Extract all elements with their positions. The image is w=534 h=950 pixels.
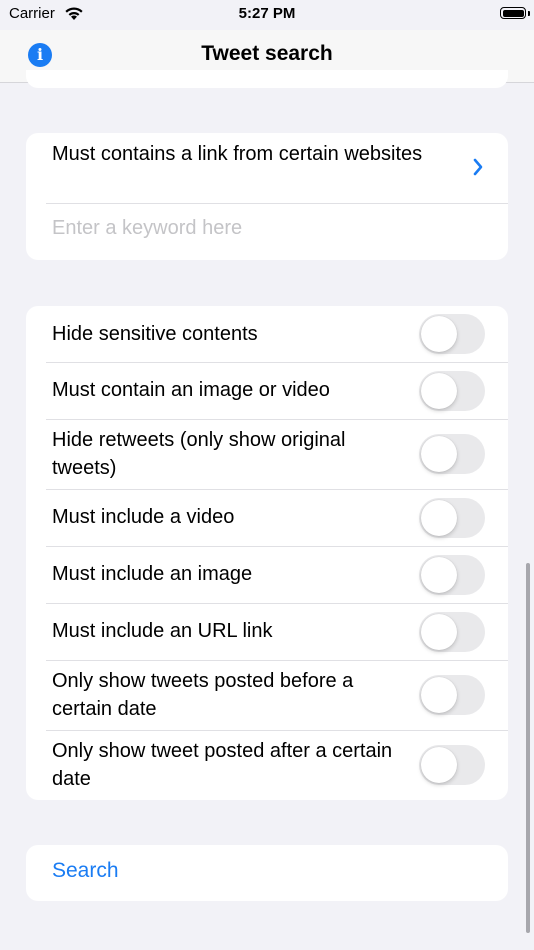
filter-row: Hide retweets (only show original tweets… — [26, 419, 508, 489]
filter-label: Must contain an image or video — [52, 379, 330, 401]
filter-label: Must include an URL link — [52, 620, 273, 642]
filter-label: Must include a video — [52, 506, 235, 528]
previous-section-bottom — [26, 70, 508, 88]
search-card: Search — [26, 845, 508, 901]
toggle-knob — [421, 436, 457, 472]
scroll-indicator — [526, 563, 530, 933]
filter-label: Only show tweets posted before a certain… — [52, 670, 354, 720]
toggle-knob — [421, 614, 457, 650]
filter-row: Must include an image — [26, 546, 508, 603]
battery-icon — [500, 7, 526, 19]
filter-label: Hide retweets (only show original tweets… — [52, 429, 346, 479]
filter-row: Must include an URL link — [26, 603, 508, 660]
toggle-knob — [421, 373, 457, 409]
filter-row: Hide sensitive contents — [26, 306, 508, 362]
filter-row: Must contain an image or video — [26, 362, 508, 419]
image-or-video-toggle[interactable] — [419, 371, 485, 411]
filter-label: Only show tweet posted after a certain d… — [52, 740, 393, 790]
toggle-knob — [421, 557, 457, 593]
status-bar: Carrier 5:27 PM — [0, 0, 534, 30]
link-filter-card: Must contains a link from certain websit… — [26, 133, 508, 260]
page-title: Tweet search — [201, 42, 333, 65]
chevron-right-icon — [472, 157, 484, 182]
link-websites-label: Must contains a link from certain websit… — [52, 143, 423, 165]
posted-after-toggle[interactable] — [419, 745, 485, 785]
battery-cap — [528, 11, 530, 16]
toggle-knob — [421, 316, 457, 352]
hide-retweets-toggle[interactable] — [419, 434, 485, 474]
posted-before-toggle[interactable] — [419, 675, 485, 715]
include-video-toggle[interactable] — [419, 498, 485, 538]
search-button[interactable]: Search — [52, 859, 119, 883]
filter-row: Must include a video — [26, 489, 508, 546]
filter-label: Hide sensitive contents — [52, 323, 258, 345]
toggle-knob — [421, 677, 457, 713]
link-websites-row[interactable]: Must contains a link from certain websit… — [26, 133, 508, 203]
filters-card: Hide sensitive contents Must contain an … — [26, 306, 508, 800]
toggle-knob — [421, 747, 457, 783]
filter-row: Only show tweets posted before a certain… — [26, 660, 508, 730]
filter-row: Only show tweet posted after a certain d… — [26, 730, 508, 800]
include-url-toggle[interactable] — [419, 612, 485, 652]
hide-sensitive-toggle[interactable] — [419, 314, 485, 354]
keyword-input[interactable] — [52, 217, 472, 240]
status-time: 5:27 PM — [238, 5, 296, 22]
keyword-row — [26, 203, 508, 260]
include-image-toggle[interactable] — [419, 555, 485, 595]
toggle-knob — [421, 500, 457, 536]
filter-label: Must include an image — [52, 563, 253, 585]
